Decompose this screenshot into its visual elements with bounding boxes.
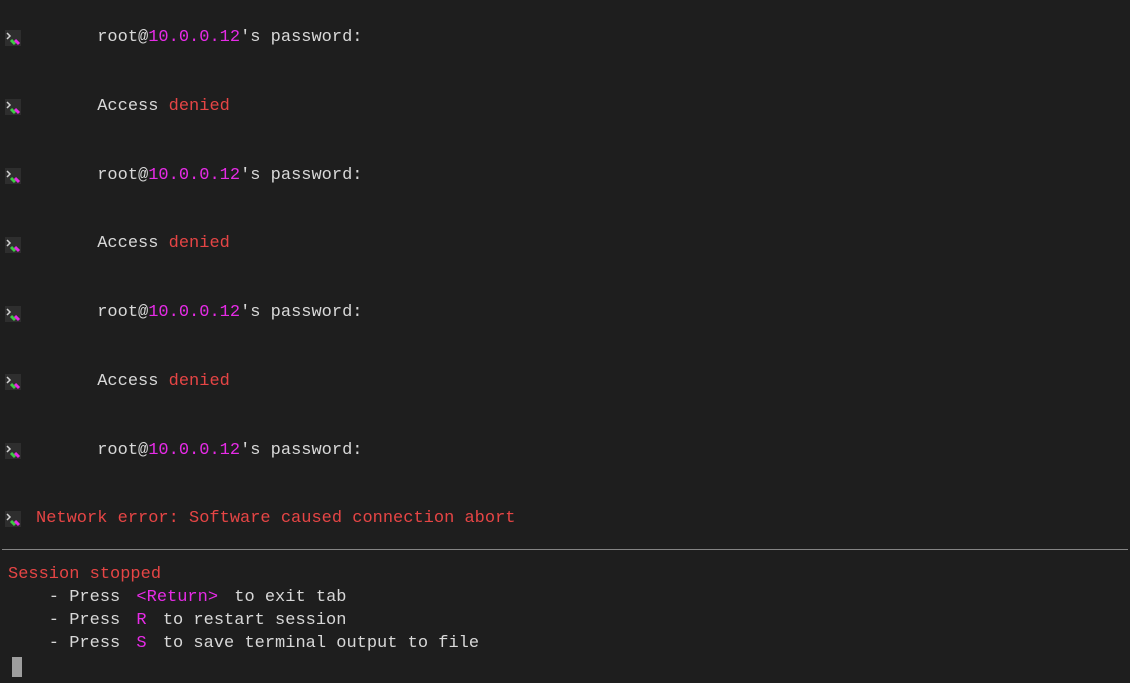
network-error-text: Network error: Software caused connectio… <box>36 508 515 531</box>
prompt-row: root@10.0.0.12's password: <box>2 279 1128 348</box>
terminal-icon <box>5 168 21 184</box>
prompt-row: root@10.0.0.12's password: <box>2 4 1128 73</box>
access-denied-text: Access denied <box>36 348 230 417</box>
line-icon <box>2 99 30 115</box>
line-icon <box>2 443 30 459</box>
prompt-row: root@10.0.0.12's password: <box>2 417 1128 486</box>
prompt-text: root@10.0.0.12's password: <box>36 417 362 486</box>
blank-line <box>2 486 1128 508</box>
access-denied-row: Access denied <box>2 210 1128 279</box>
cursor <box>12 657 22 677</box>
access-denied-row: Access denied <box>2 348 1128 417</box>
access-denied-text: Access denied <box>36 210 230 279</box>
line-icon <box>2 237 30 253</box>
terminal-icon <box>5 443 21 459</box>
line-icon <box>2 30 30 46</box>
session-hint-row: - Press S to save terminal output to fil… <box>8 633 1128 656</box>
network-error-row: Network error: Software caused connectio… <box>2 508 1128 531</box>
access-denied-row: Access denied <box>2 73 1128 142</box>
terminal-icon <box>5 374 21 390</box>
prompt-text: root@10.0.0.12's password: <box>36 279 362 348</box>
divider <box>2 549 1128 550</box>
terminal-icon <box>5 237 21 253</box>
line-icon <box>2 306 30 322</box>
terminal-icon <box>5 30 21 46</box>
terminal[interactable]: root@10.0.0.12's password: Access denied <box>0 0 1130 683</box>
terminal-icon <box>5 511 21 527</box>
access-denied-text: Access denied <box>36 73 230 142</box>
session-hint-row: - Press <Return> to exit tab <box>8 587 1128 610</box>
session-hint-row: - Press R to restart session <box>8 610 1128 633</box>
cursor-row <box>8 656 1128 679</box>
line-icon <box>2 168 30 184</box>
line-icon <box>2 511 30 527</box>
line-icon <box>2 374 30 390</box>
terminal-icon <box>5 99 21 115</box>
session-stopped-label: Session stopped <box>8 564 1128 587</box>
prompt-row: root@10.0.0.12's password: <box>2 142 1128 211</box>
session-stopped-block: Session stopped - Press <Return> to exit… <box>2 564 1128 679</box>
prompt-text: root@10.0.0.12's password: <box>36 4 362 73</box>
prompt-text: root@10.0.0.12's password: <box>36 142 362 211</box>
terminal-icon <box>5 306 21 322</box>
